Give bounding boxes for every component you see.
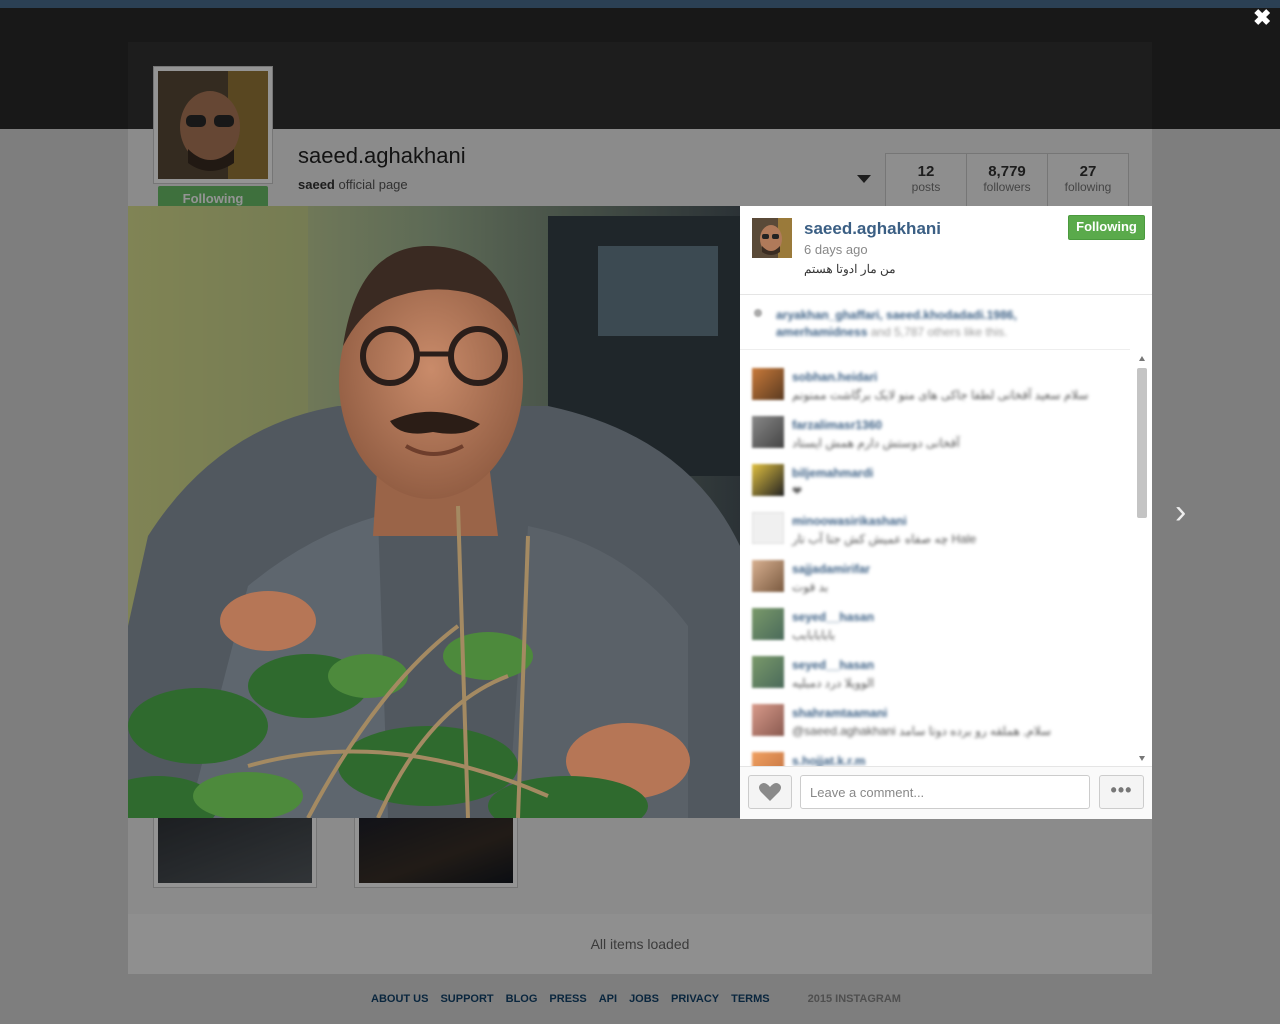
likes-text[interactable]: aryakhan_ghaffari, saeed.khodadadi.1986,… <box>776 307 1056 341</box>
comment-username[interactable]: shahramtaamani <box>792 706 887 720</box>
like-button[interactable] <box>748 775 792 809</box>
comment-text: بد قوت <box>792 580 829 594</box>
likes-count-text: and 5,787 others like this. <box>867 325 1008 339</box>
comment-username[interactable]: sajjadamirifar <box>792 562 870 576</box>
comment-username[interactable]: farzalimasr1360 <box>792 418 882 432</box>
post-author-avatar[interactable] <box>752 218 792 258</box>
list-item: s.hojjat.k.r.m <box>740 748 1134 766</box>
post-sidebar: saeed.aghakhani 6 days ago من مار ادوتا … <box>740 206 1152 819</box>
avatar[interactable] <box>752 416 784 448</box>
comments-scrollbar[interactable] <box>1136 356 1148 766</box>
list-item: sobhan.heidari سلام سعید آقخانی لطفا جاک… <box>740 364 1134 410</box>
comment-username[interactable]: seyed__hasan <box>792 610 874 624</box>
heart-icon <box>759 783 781 801</box>
avatar[interactable] <box>752 512 784 544</box>
post-author-username[interactable]: saeed.aghakhani <box>804 219 941 239</box>
scroll-up-icon[interactable] <box>1139 356 1145 361</box>
likes-summary: aryakhan_ghaffari, saeed.khodadadi.1986,… <box>740 295 1130 350</box>
list-item: shahramtaamani @saeed.aghakhani سلام, هم… <box>740 700 1134 746</box>
avatar[interactable] <box>752 560 784 592</box>
comment-username[interactable]: biljemahmardi <box>792 466 873 480</box>
comment-text: ❤ <box>792 484 803 498</box>
comments-list[interactable]: sobhan.heidari سلام سعید آقخانی لطفا جاک… <box>740 356 1134 766</box>
next-arrow-icon[interactable]: › <box>1175 493 1186 532</box>
comment-input[interactable] <box>800 775 1090 809</box>
post-header: saeed.aghakhani 6 days ago من مار ادوتا … <box>740 206 1152 295</box>
comment-username[interactable]: sobhan.heidari <box>792 370 877 384</box>
list-item: seyed__hasan الوویلا درد دمبلیه <box>740 652 1134 698</box>
avatar[interactable] <box>752 368 784 400</box>
comment-text: بابابابابب <box>792 628 836 642</box>
comment-text: سلام سعید آقخانی لطفا جاکی های منو لایک … <box>792 388 1089 402</box>
list-item: farzalimasr1360 آقخانی دوستش دارم همش ای… <box>740 412 1134 458</box>
scrollbar-thumb[interactable] <box>1137 368 1147 518</box>
comment-text: @saeed.aghakhani سلام, هملقه رو برده دوت… <box>792 724 1052 738</box>
avatar[interactable] <box>752 704 784 736</box>
avatar[interactable] <box>752 464 784 496</box>
close-icon[interactable]: ✖ <box>1253 5 1271 31</box>
following-button[interactable]: Following <box>1068 215 1145 240</box>
more-options-button[interactable]: ••• <box>1099 775 1144 809</box>
avatar[interactable] <box>752 752 784 766</box>
comment-username[interactable]: minoowasirikashani <box>792 514 907 528</box>
post-caption: من مار ادوتا هستم <box>804 262 896 276</box>
post-modal: saeed.aghakhani 6 days ago من مار ادوتا … <box>128 206 1152 819</box>
comment-text: آقخانی دوستش دارم همش ایستاد <box>792 436 960 450</box>
avatar[interactable] <box>752 656 784 688</box>
list-item: seyed__hasan بابابابابب <box>740 604 1134 650</box>
avatar[interactable] <box>752 608 784 640</box>
comment-text: چه صفاه عمیش کش جتا آب تار Hale <box>792 532 977 546</box>
list-item: minoowasirikashani چه صفاه عمیش کش جتا آ… <box>740 508 1134 554</box>
list-item: biljemahmardi ❤ <box>740 460 1134 506</box>
scroll-down-icon[interactable] <box>1139 756 1145 761</box>
comment-username[interactable]: seyed__hasan <box>792 658 874 672</box>
comment-text: الوویلا درد دمبلیه <box>792 676 875 690</box>
comment-bar: ••• <box>740 766 1152 819</box>
post-photo[interactable] <box>128 206 740 818</box>
list-item: sajjadamirifar بد قوت <box>740 556 1134 602</box>
heart-icon <box>754 309 762 317</box>
comment-username[interactable]: s.hojjat.k.r.m <box>792 754 865 766</box>
post-timestamp[interactable]: 6 days ago <box>804 242 868 257</box>
